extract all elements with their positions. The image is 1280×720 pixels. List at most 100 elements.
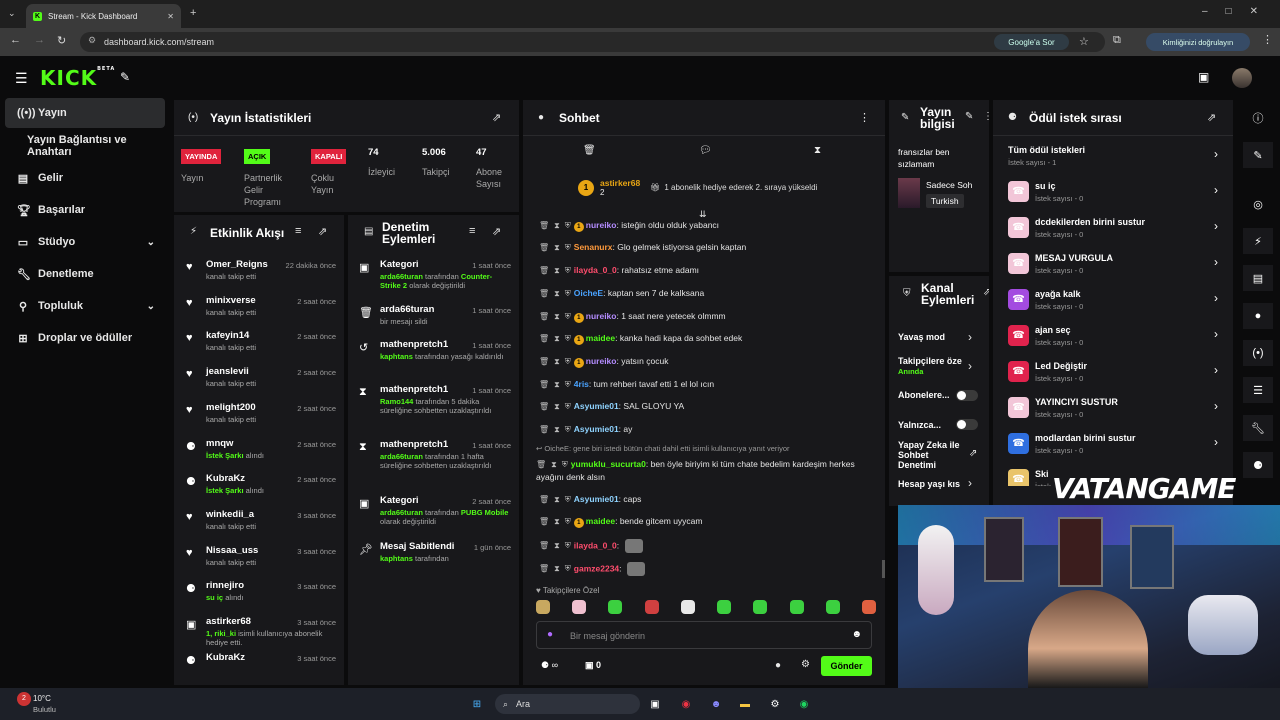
chevron-right-icon[interactable]: › — [968, 476, 972, 490]
chat-settings-bubble-icon[interactable]: ● — [775, 660, 781, 671]
chat-message[interactable]: 🗑︎ ⧗ ⛨ OicheE: kaptan sen 7 de kalksana — [539, 288, 704, 299]
taskbar-search[interactable]: ⌕ Ara — [495, 694, 640, 714]
sidebar-item-stream-key[interactable]: Yayın Bağlantısı ve Anahtarı — [5, 131, 165, 161]
ai-moderation-row[interactable]: Yapay Zeka ile Sohbet Denetimi — [898, 440, 966, 470]
window-controls[interactable]: –□✕ — [1202, 6, 1276, 17]
timeout-icon[interactable]: ⧗ — [554, 334, 560, 343]
timeout-icon[interactable]: ⧗ — [554, 402, 560, 411]
microphone-icon[interactable]: ● — [547, 629, 553, 640]
wrench-icon[interactable]: 🔧︎ — [1243, 415, 1273, 441]
queue-icon[interactable]: ☰ — [1243, 377, 1273, 403]
all-rewards-row[interactable]: Tüm ödül istekleri İstek sayısı - 1 › — [1008, 142, 1218, 172]
emote-icon[interactable] — [644, 600, 659, 614]
timeout-icon[interactable]: ⧗ — [554, 495, 560, 504]
filter-icon[interactable]: ≡ — [469, 225, 475, 237]
chat-username[interactable]: ilayda_0_0 — [574, 540, 617, 550]
preview-icon[interactable]: ▣ — [1198, 70, 1209, 84]
activity-item[interactable]: ♥ minixverse 2 saat önce kanalı takip etti — [174, 295, 344, 330]
activity-item[interactable]: ♥ kafeyin14 2 saat önce kanalı takip etti — [174, 330, 344, 365]
followers-only-row[interactable]: Takipçilere öze — [898, 356, 964, 366]
chat-message[interactable]: 🗑︎ ⧗ ⛨ Asyumie01: caps — [539, 494, 641, 505]
chat-message[interactable]: 🗑︎ ⧗ ⛨ ilayda_0_0: — [539, 539, 643, 553]
chat-message[interactable]: 🗑︎ ⧗ ⛨ ilayda_0_0: rahatsız etme adamı — [539, 265, 699, 276]
sidebar-item-studyo[interactable]: ▭ Stüdyo ⌄ — [5, 227, 165, 257]
chat-username[interactable]: Asyumie01 — [574, 401, 619, 411]
folder-icon[interactable]: ▬ — [735, 694, 755, 714]
mod-action-item[interactable]: ▣ Kategori 2 saat önce arda66turan tarafınd… — [348, 495, 519, 535]
browser-menu-icon[interactable]: ⋮ — [1262, 33, 1273, 46]
popout-icon[interactable]: ⇗ — [983, 287, 989, 298]
close-tab-icon[interactable]: ✕ — [167, 12, 174, 21]
reward-item[interactable]: ☎ ajan seç İstek sayısı - 0 › — [1008, 322, 1218, 352]
chat-input[interactable]: ● Bir mesaj gönderin ☻ — [536, 621, 872, 649]
trash-icon[interactable]: 🗑︎ — [583, 145, 596, 156]
popout-icon[interactable]: ⇗ — [1207, 111, 1216, 124]
bolt-icon[interactable]: ⚡︎ — [1243, 228, 1273, 254]
timeout-icon[interactable]: ⧗ — [554, 564, 560, 573]
extensions-icon[interactable]: ⧉ — [1113, 34, 1121, 47]
emote-icon[interactable] — [608, 600, 623, 614]
reward-item[interactable]: ☎ MESAJ VURGULA İstek sayısı - 0 › — [1008, 250, 1218, 280]
mod-action-item[interactable]: 📌︎ Mesaj Sabitlendi 1 gün önce kaphtans tar… — [348, 541, 519, 581]
mod-action-item[interactable]: ⧗ mathenpretch1 1 saat önce arda66turan tar… — [348, 439, 519, 479]
chat-username[interactable]: Asyumie01 — [574, 424, 619, 434]
activity-item[interactable]: ♥ Nissaa_uss 3 saat önce kanalı takip etti — [174, 545, 344, 580]
chat-message[interactable]: 🗑︎ ⧗ ⛨ 1 maidee: kanka hadi kapa da sohbet e… — [539, 333, 742, 345]
info-icon[interactable]: ⓘ — [1243, 105, 1273, 131]
chat-username[interactable]: Asyumie01 — [574, 494, 619, 504]
camera-icon[interactable]: ◎ — [1243, 191, 1273, 217]
emote-icon[interactable] — [825, 600, 840, 614]
timeout-icon[interactable]: ⧗ — [554, 221, 560, 230]
chat-username[interactable]: gamze2234 — [574, 563, 619, 573]
google-ask-button[interactable]: Google'a Sor — [994, 34, 1069, 50]
delete-message-icon[interactable]: 🗑︎ — [539, 334, 549, 343]
timeout-icon[interactable]: ⧗ — [554, 517, 560, 526]
forward-icon[interactable]: → — [34, 34, 45, 46]
back-icon[interactable]: ← — [10, 34, 21, 46]
delete-message-icon[interactable]: 🗑︎ — [539, 266, 549, 275]
chevron-right-icon[interactable]: › — [968, 330, 972, 344]
reward-item[interactable]: ☎ modlardan birini sustur İstek sayısı - 0… — [1008, 430, 1218, 460]
timeout-icon[interactable]: ⧗ — [554, 266, 560, 275]
chevron-right-icon[interactable]: › — [968, 359, 972, 373]
delete-message-icon[interactable]: 🗑︎ — [536, 460, 546, 469]
sidebar-item-droplar[interactable]: ⊞ Droplar ve ödüller — [5, 323, 165, 353]
emote-icon[interactable] — [717, 600, 732, 614]
emote-icon[interactable] — [572, 600, 587, 614]
gear-icon[interactable]: ⚙ — [801, 659, 810, 670]
site-info-icon[interactable]: ⚙ — [88, 35, 96, 46]
emote-icon[interactable] — [536, 600, 550, 614]
chat-message[interactable]: 🗑︎ ⧗ ⛨ yumuklu_sucurta0: ben öyle biriyim k… — [536, 458, 871, 483]
timeout-icon[interactable]: ⧗ — [551, 460, 557, 469]
timeout-icon[interactable]: ⧗ — [554, 289, 560, 298]
timeout-icon[interactable]: ⧗ — [554, 357, 560, 366]
emoji-icon[interactable]: ☻ — [851, 629, 862, 640]
chat-scrollbar[interactable] — [882, 560, 885, 578]
chat-username[interactable]: nureiko — [586, 220, 617, 230]
activity-item[interactable]: ♥ winkedii_a 3 saat önce kanalı takip etti — [174, 509, 344, 544]
chat-message[interactable]: 🗑︎ ⧗ ⛨ 1 nureiko: 1 saat nere yetecek olmmm — [539, 311, 726, 323]
weather-temp[interactable]: 10°C — [33, 694, 51, 703]
timeout-icon[interactable]: ⧗ — [554, 380, 560, 389]
timeout-icon[interactable]: ⧗ — [554, 312, 560, 321]
delete-message-icon[interactable]: 🗑︎ — [539, 221, 549, 230]
delete-message-icon[interactable]: 🗑︎ — [539, 357, 549, 366]
chat-username[interactable]: yumuklu_sucurta0 — [571, 459, 646, 469]
sidebar-item-basarilar[interactable]: 🏆︎ Başarılar — [5, 195, 165, 225]
chat-message[interactable]: 🗑︎ ⧗ ⛨ 1 maidee: bende gitcem uyycam — [539, 516, 703, 528]
popout-icon[interactable]: ⇗ — [492, 111, 501, 124]
discord-icon[interactable]: ☻ — [706, 694, 726, 714]
avatar[interactable] — [1232, 68, 1252, 88]
chrome-icon[interactable]: ◉ — [676, 694, 696, 714]
activity-item[interactable]: ♥ Omer_Reigns 22 dakika önce kanalı takip … — [174, 259, 344, 294]
scroll-down-icon[interactable]: ⇊ — [699, 209, 707, 220]
chat-username[interactable]: maidee — [586, 516, 615, 526]
popout-icon[interactable]: ⇗ — [318, 225, 327, 238]
reward-item[interactable]: ☎ dcdekilerden birini sustur İstek sayısı … — [1008, 214, 1218, 244]
subs-only-toggle[interactable] — [956, 390, 978, 401]
filter-icon[interactable]: ≡ — [295, 225, 301, 237]
reload-icon[interactable]: ↻ — [57, 34, 66, 47]
sidebar-item-denetleme[interactable]: 🔧︎ Denetleme — [5, 259, 165, 289]
chat-username[interactable]: maidee — [586, 333, 615, 343]
emotes-only-toggle[interactable] — [956, 419, 978, 430]
